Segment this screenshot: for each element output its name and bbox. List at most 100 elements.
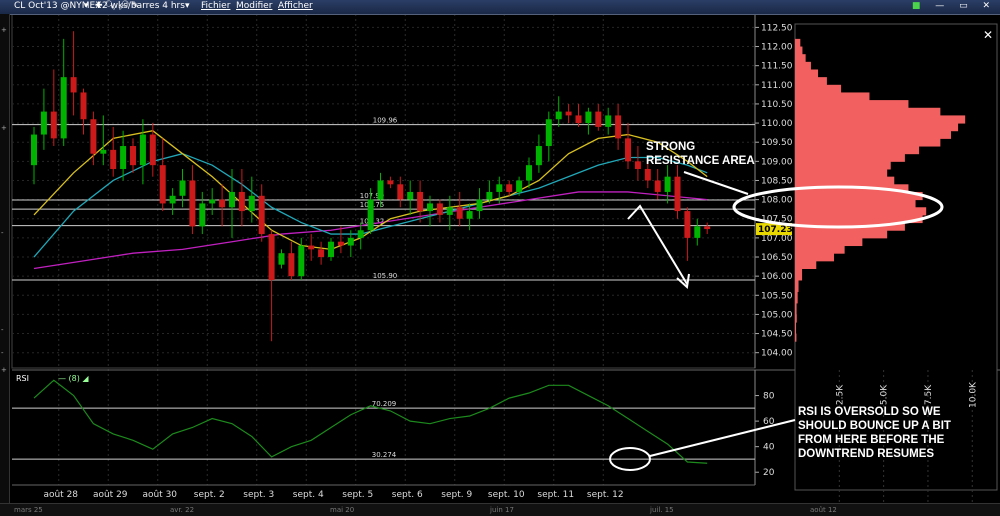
- y-tick-label: 111.50: [761, 62, 793, 72]
- y-tick-label: 112.50: [761, 23, 793, 33]
- candle-body: [238, 191, 245, 212]
- candle-body: [387, 180, 394, 185]
- profile-bar: [795, 130, 951, 139]
- candle-body: [486, 191, 493, 200]
- candle-body: [674, 176, 681, 212]
- candle-body: [436, 203, 443, 215]
- expand-icon[interactable]: +: [1, 124, 7, 132]
- candle-body: [605, 115, 612, 127]
- resistance-note-line: RESISTANCE AREA: [646, 155, 755, 167]
- expand-icon[interactable]: +: [1, 366, 7, 374]
- profile-bar: [795, 191, 923, 201]
- timeframe-dropdown-icon[interactable]: ▾: [185, 1, 190, 11]
- resistance-note-line: STRONG: [646, 141, 696, 153]
- profile-x-tick-label: 7.5K: [924, 384, 934, 405]
- candle-body: [446, 207, 453, 215]
- candle-body: [209, 199, 216, 204]
- candle-body: [506, 184, 513, 192]
- profile-bar: [795, 161, 891, 170]
- candle-body: [496, 184, 503, 192]
- resistance-note: STRONG RESISTANCE AREA: [646, 140, 755, 168]
- candle-body: [565, 111, 572, 116]
- candle-body: [377, 180, 384, 200]
- symbol-dropdown-icon[interactable]: ▾: [84, 1, 89, 11]
- x-tick-label: sept. 10: [488, 490, 525, 500]
- candle-body: [526, 165, 532, 181]
- profile-bar: [795, 92, 870, 101]
- y-tick-label: 109.00: [761, 157, 793, 167]
- rsi-note: RSI IS OVERSOLD SO WE SHOULD BOUNCE UP A…: [798, 405, 951, 461]
- candle-body: [110, 149, 117, 169]
- level-label: 105.90: [373, 272, 398, 280]
- profile-bar: [795, 268, 803, 281]
- navigator-strip[interactable]: mars 25 avr. 22 mai 20 juin 17 juil. 15 …: [0, 503, 1000, 516]
- profile-bar: [795, 199, 916, 208]
- close-profile-icon[interactable]: ✕: [983, 28, 993, 42]
- candle-body: [456, 207, 463, 219]
- rsi-y-tick-label: 40: [763, 443, 775, 453]
- candle-body: [555, 111, 562, 120]
- candle-body: [318, 249, 325, 258]
- x-tick-label: sept. 6: [392, 490, 423, 500]
- expand-icon[interactable]: +: [1, 26, 7, 34]
- rsi-note-line: FROM HERE BEFORE THE: [798, 434, 945, 446]
- last-price-label: 107.23: [758, 225, 793, 235]
- collapse-icon[interactable]: -: [1, 326, 4, 334]
- profile-bar: [795, 84, 842, 93]
- candle-body: [516, 180, 523, 192]
- x-tick-label: sept. 4: [293, 490, 324, 500]
- profile-bar: [795, 77, 827, 86]
- profile-bar: [795, 107, 941, 116]
- candle-body: [169, 195, 176, 204]
- x-tick-label: août 28: [43, 490, 78, 500]
- profile-bar: [795, 230, 888, 239]
- candle-body: [248, 195, 255, 212]
- profile-bar: [795, 168, 888, 178]
- candle-body: [535, 146, 542, 166]
- x-tick-label: sept. 3: [243, 490, 274, 500]
- collapse-icon[interactable]: -: [1, 349, 4, 357]
- profile-bar: [795, 146, 920, 155]
- y-tick-label: 106.50: [761, 253, 793, 263]
- window-controls[interactable]: ■ — ▭ ✕: [912, 1, 996, 11]
- menu-afficher[interactable]: Afficher: [278, 1, 313, 11]
- candle-body: [407, 191, 414, 200]
- panel-controls: + + - - - +: [0, 14, 10, 515]
- candle-body: [219, 199, 226, 208]
- candle-body: [139, 134, 146, 166]
- collapse-icon[interactable]: -: [1, 229, 4, 237]
- candle-body: [288, 253, 295, 277]
- y-tick-label: 110.00: [761, 119, 793, 129]
- profile-bar: [795, 237, 863, 247]
- menu-modifier[interactable]: Modifier: [236, 1, 272, 11]
- candle-body: [694, 226, 701, 238]
- timeframe-label[interactable]: 2 wks/barres 4 hrs: [102, 1, 185, 11]
- candle-body: [189, 180, 196, 227]
- candle-body: [298, 245, 305, 277]
- profile-bar: [795, 314, 797, 323]
- candle-body: [417, 191, 424, 212]
- rsi-title: RSI: [16, 374, 29, 383]
- rsi-line: [33, 379, 708, 464]
- chart-toolbar: CL Oct'13 @NYMEX ▾ ✚🔍︎🔎︎✎ 2 wks/barres 4…: [0, 0, 1000, 15]
- nav-date: mars 25: [14, 506, 43, 514]
- candle-body: [357, 230, 364, 238]
- x-tick-label: sept. 9: [441, 490, 472, 500]
- x-tick-label: sept. 2: [194, 490, 225, 500]
- x-tick-label: sept. 12: [587, 490, 624, 500]
- x-tick-label: sept. 5: [342, 490, 373, 500]
- nav-date: mai 20: [330, 506, 355, 514]
- profile-bar: [795, 138, 941, 147]
- candle-body: [427, 203, 433, 212]
- menu-fichier[interactable]: Fichier: [201, 1, 230, 11]
- candle-body: [625, 138, 631, 162]
- y-tick-label: 108.00: [761, 196, 793, 206]
- profile-x-tick-label: 10.0K: [968, 381, 978, 408]
- candle-body: [31, 134, 37, 166]
- y-tick-label: 108.50: [761, 176, 793, 186]
- profile-bar: [795, 115, 966, 124]
- profile-bar: [795, 61, 811, 70]
- candle-body: [229, 191, 235, 208]
- profile-bar: [795, 291, 798, 304]
- candle-body: [258, 195, 265, 235]
